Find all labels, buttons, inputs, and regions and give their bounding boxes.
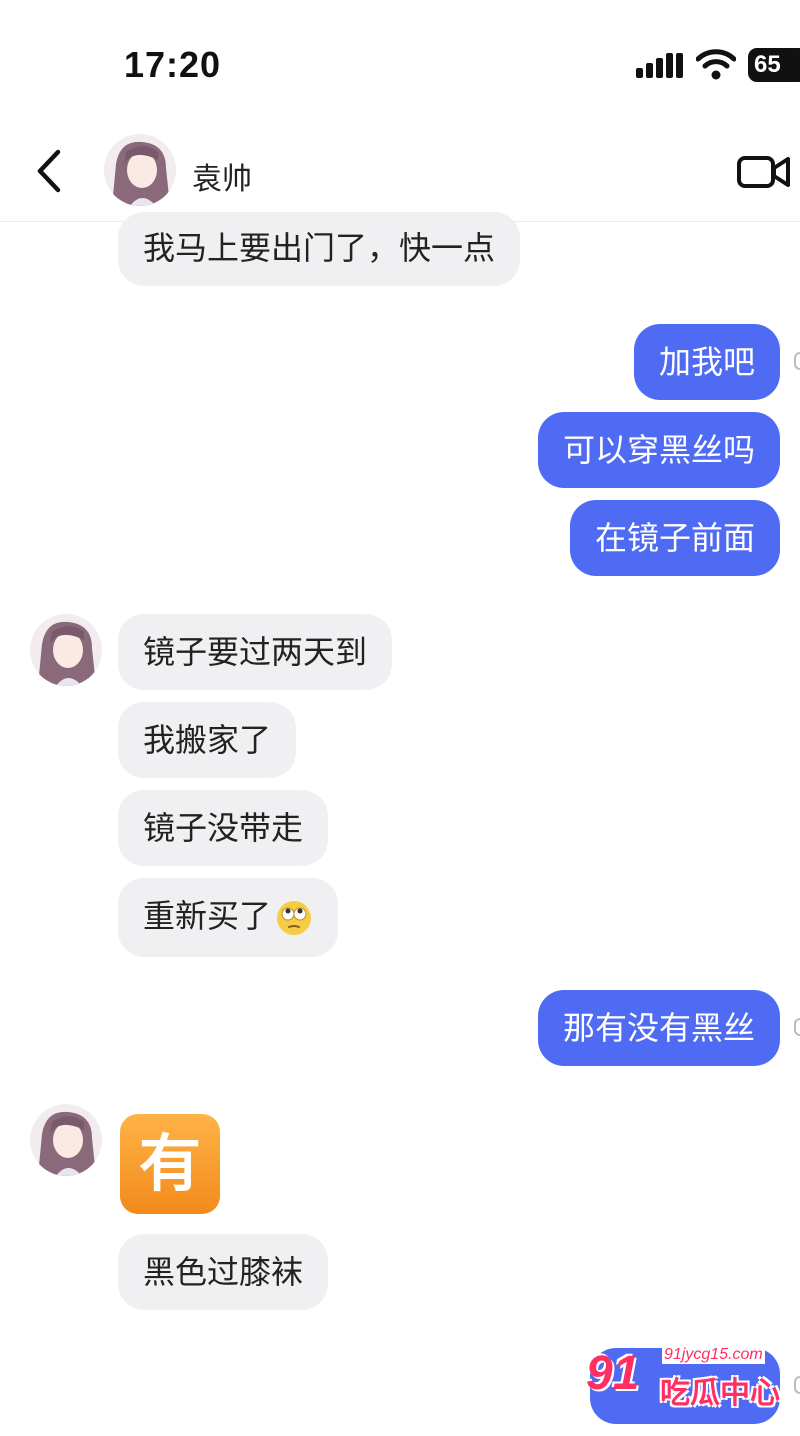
- message-text: 那有没有黑丝: [562, 1009, 755, 1047]
- contact-name[interactable]: 袁帅: [192, 154, 252, 198]
- edge-indicator: [794, 1376, 800, 1394]
- message-text: 重新买了: [143, 897, 272, 935]
- message-text: 加我吧: [658, 343, 755, 381]
- message-text: 镜子没带走: [143, 809, 304, 847]
- message-outgoing[interactable]: 可以穿黑丝吗: [537, 412, 780, 488]
- watermark-url: 91jycg15.com: [662, 1346, 765, 1364]
- message-text: 我马上要出门了，快一点: [143, 229, 496, 267]
- status-time: 17:20: [124, 44, 222, 85]
- message-incoming[interactable]: 重新买了: [118, 878, 339, 957]
- rolling-eyes-emoji-icon: [277, 901, 312, 935]
- signal-icon: [636, 53, 683, 78]
- message-incoming[interactable]: 我马上要出门了，快一点: [118, 212, 521, 286]
- emoji-sticker-message[interactable]: 有: [120, 1114, 220, 1214]
- message-outgoing[interactable]: 在镜子前面: [569, 500, 780, 576]
- message-outgoing[interactable]: 加我吧: [633, 324, 780, 400]
- message-incoming[interactable]: 镜子要过两天到: [118, 614, 393, 690]
- contact-avatar[interactable]: [104, 134, 176, 206]
- message-text: 我搬家了: [143, 721, 272, 759]
- contact-avatar[interactable]: [30, 614, 102, 686]
- watermark: 91 91jycg15.com 吃瓜中心: [584, 1346, 784, 1416]
- chat-header: 袁帅: [0, 118, 800, 222]
- watermark-name: 吃瓜中心: [660, 1376, 780, 1411]
- watermark-number: 91: [586, 1347, 640, 1400]
- message-text: 镜子要过两天到: [143, 633, 368, 671]
- message-incoming[interactable]: 黑色过膝袜: [118, 1234, 329, 1310]
- wifi-icon: [696, 49, 736, 80]
- edge-indicator: [794, 352, 800, 370]
- video-camera-icon[interactable]: [736, 152, 792, 192]
- chevron-left-icon[interactable]: [30, 148, 70, 194]
- message-outgoing[interactable]: 那有没有黑丝: [537, 990, 780, 1066]
- message-text: 可以穿黑丝吗: [562, 431, 755, 469]
- message-text: 黑色过膝袜: [143, 1253, 304, 1291]
- status-icons: 65: [630, 46, 800, 86]
- message-text: 在镜子前面: [594, 519, 755, 557]
- battery-level: 65: [748, 48, 800, 82]
- contact-avatar[interactable]: [30, 1104, 102, 1176]
- edge-indicator: [794, 1018, 800, 1036]
- message-incoming[interactable]: 我搬家了: [118, 702, 297, 778]
- message-incoming[interactable]: 镜子没带走: [118, 790, 329, 866]
